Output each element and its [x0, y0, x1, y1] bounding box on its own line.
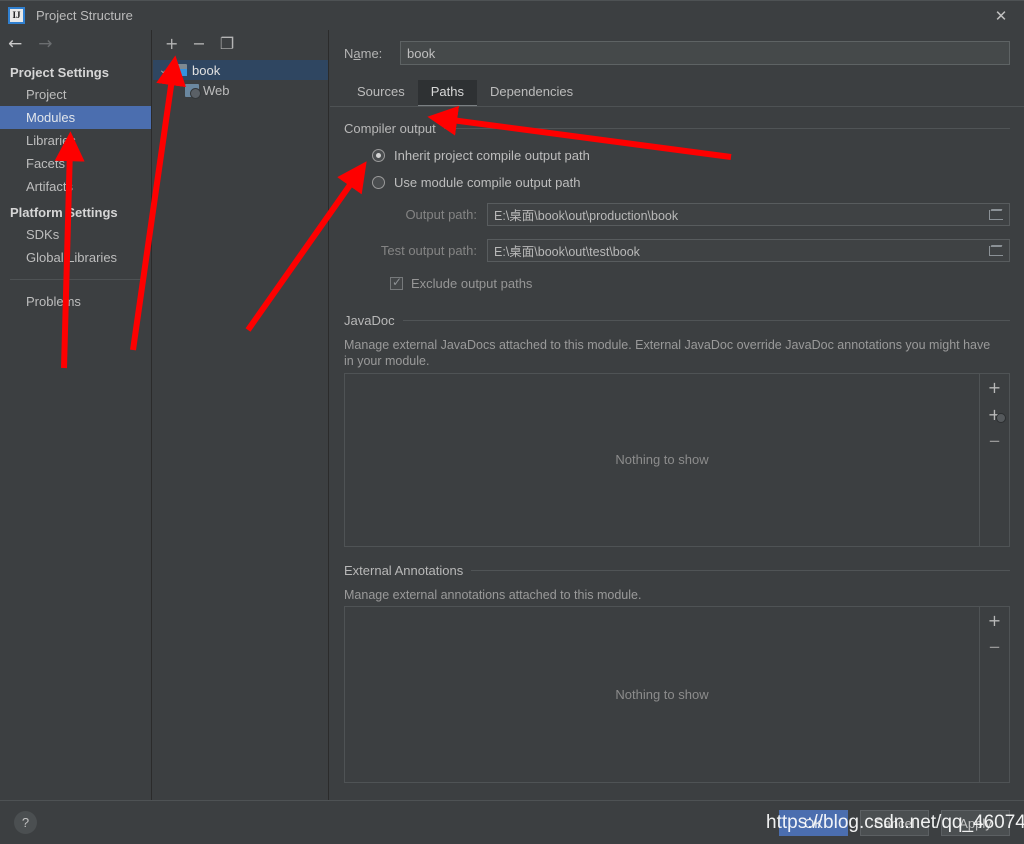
sidebar-item-artifacts[interactable]: Artifacts: [0, 175, 151, 198]
ok-button[interactable]: OK: [779, 810, 848, 836]
tree-node-label: book: [192, 62, 221, 78]
module-editor-panel: Name: Sources Paths Dependencies Compile…: [330, 30, 1024, 800]
module-tree-panel: + − ❐ ⌄ book Web: [153, 30, 329, 800]
test-output-path-value: E:\桌面\book\out\test\book: [494, 245, 640, 259]
output-path-field[interactable]: E:\桌面\book\out\production\book: [487, 203, 1010, 226]
exclude-output-paths-row[interactable]: Exclude output paths: [390, 275, 1010, 291]
add-javadoc-path-button[interactable]: +: [988, 379, 1001, 396]
checkbox-icon[interactable]: [390, 275, 403, 290]
sidebar-item-problems[interactable]: Problems: [0, 290, 151, 313]
back-arrow-icon[interactable]: ←: [8, 35, 22, 53]
javadoc-title: JavaDoc: [344, 313, 395, 328]
external-annotations-list[interactable]: Nothing to show + −: [344, 605, 1010, 783]
test-output-path-row: Test output path: E:\桌面\book\out\test\bo…: [344, 239, 1010, 262]
compiler-output-title: Compiler output: [344, 121, 436, 136]
forward-arrow-icon[interactable]: →: [38, 35, 52, 53]
sidebar-item-modules[interactable]: Modules: [0, 106, 151, 129]
chevron-down-icon[interactable]: ⌄: [159, 65, 173, 76]
javadoc-description: Manage external JavaDocs attached to thi…: [344, 338, 991, 369]
remove-module-icon[interactable]: −: [192, 36, 205, 52]
external-annotations-list-buttons: + −: [979, 606, 1009, 782]
copy-module-icon[interactable]: ❐: [220, 36, 234, 52]
web-facet-icon: [185, 83, 201, 99]
module-tree-toolbar: + − ❐: [153, 30, 328, 58]
javadoc-empty-text: Nothing to show: [615, 452, 709, 467]
window-titlebar: IJ Project Structure ✕: [0, 0, 1024, 30]
external-annotations-empty-text: Nothing to show: [615, 686, 709, 702]
tree-node-book[interactable]: ⌄ book: [153, 60, 328, 80]
test-output-path-label: Test output path:: [380, 243, 477, 258]
radio-button-icon[interactable]: [372, 149, 385, 162]
add-module-icon[interactable]: +: [165, 36, 178, 52]
sidebar-divider: [10, 279, 141, 280]
module-folder-icon: [173, 64, 187, 76]
output-path-value: E:\桌面\book\out\production\book: [494, 209, 679, 223]
sidebar-item-libraries[interactable]: Libraries: [0, 129, 151, 152]
radio-label: Inherit project compile output path: [394, 148, 590, 163]
close-icon[interactable]: ✕: [978, 1, 1024, 31]
intellij-logo-icon: IJ: [8, 7, 25, 24]
module-tabs: Sources Paths Dependencies: [330, 80, 1024, 107]
exclude-output-paths-label: Exclude output paths: [411, 276, 533, 291]
sidebar-navigation: ← →: [0, 30, 151, 58]
javadoc-list[interactable]: Nothing to show + + −: [344, 372, 1010, 547]
cancel-button[interactable]: Cancel: [860, 810, 929, 836]
sidebar-group-platform-settings: Platform Settings: [10, 205, 118, 220]
dialog-buttons: OK Cancel Apply: [779, 810, 1010, 836]
tree-node-label: Web: [203, 82, 230, 98]
module-name-label: Name:: [344, 45, 383, 61]
apply-button[interactable]: Apply: [941, 810, 1010, 836]
javadoc-list-buttons: + + −: [979, 373, 1009, 546]
compiler-output-section-header: Compiler output: [344, 121, 1010, 136]
radio-label: Use module compile output path: [394, 175, 581, 190]
help-icon[interactable]: ?: [14, 811, 37, 834]
sidebar-group-project-settings: Project Settings: [10, 65, 109, 80]
folder-open-icon[interactable]: [989, 209, 1003, 220]
module-tree-rows: ⌄ book Web: [153, 60, 328, 100]
remove-javadoc-button[interactable]: −: [988, 433, 1001, 449]
test-output-path-field[interactable]: E:\桌面\book\out\test\book: [487, 239, 1010, 262]
external-annotations-section-header: External Annotations: [344, 563, 1010, 578]
module-name-input[interactable]: [400, 41, 1010, 65]
section-rule: [402, 320, 1010, 321]
settings-sidebar: ← → Project Settings Project Modules Lib…: [0, 30, 152, 800]
tab-sources[interactable]: Sources: [344, 80, 418, 107]
section-rule: [443, 128, 1010, 129]
add-javadoc-url-button[interactable]: +: [988, 406, 1007, 423]
tab-dependencies[interactable]: Dependencies: [477, 80, 586, 107]
radio-use-module-output[interactable]: Use module compile output path: [372, 175, 1010, 190]
external-annotations-description: Manage external annotations attached to …: [344, 587, 642, 602]
output-path-label: Output path:: [405, 207, 477, 222]
sidebar-item-global-libraries[interactable]: Global Libraries: [0, 246, 151, 269]
radio-button-icon[interactable]: [372, 176, 385, 189]
dialog-footer: ? OK Cancel Apply: [0, 800, 1024, 844]
remove-annotation-button[interactable]: −: [988, 639, 1001, 655]
section-rule: [471, 569, 1010, 571]
external-annotations-title: External Annotations: [344, 562, 464, 578]
window-title: Project Structure: [36, 8, 133, 23]
javadoc-section-header: JavaDoc: [344, 313, 1010, 328]
output-path-row: Output path: E:\桌面\book\out\production\b…: [344, 203, 1010, 226]
sidebar-item-project[interactable]: Project: [0, 83, 151, 106]
add-annotation-button[interactable]: +: [988, 612, 1001, 629]
sidebar-item-facets[interactable]: Facets: [0, 152, 151, 175]
tree-node-web[interactable]: Web: [153, 80, 328, 100]
folder-open-icon[interactable]: [989, 245, 1003, 256]
external-annotations-list-area: Nothing to show: [345, 607, 979, 782]
sidebar-item-sdks[interactable]: SDKs: [0, 223, 151, 246]
radio-inherit-project-output[interactable]: Inherit project compile output path: [372, 148, 1010, 163]
javadoc-list-area: Nothing to show: [345, 374, 979, 546]
tab-paths[interactable]: Paths: [417, 80, 477, 107]
module-name-row: Name:: [344, 38, 1010, 68]
tabs-divider: [330, 106, 1024, 107]
